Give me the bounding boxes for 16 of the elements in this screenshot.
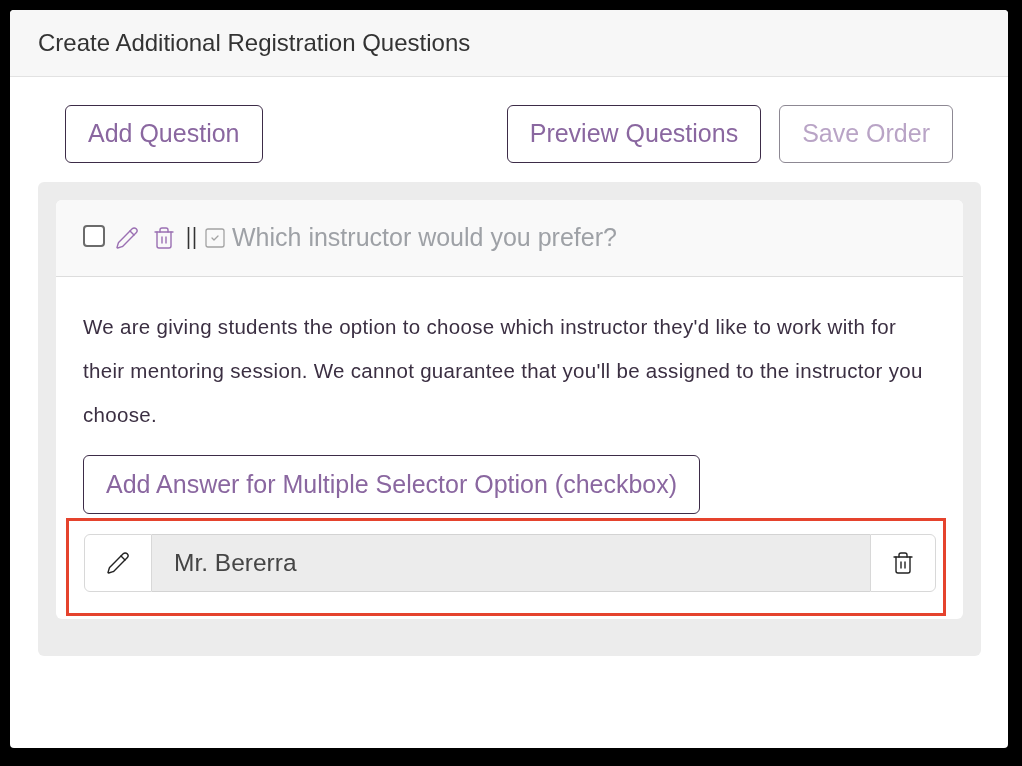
pencil-icon[interactable]	[115, 226, 139, 250]
delete-button[interactable]	[870, 534, 936, 592]
question-title: Which instructor would you prefer?	[232, 222, 617, 254]
action-button[interactable]: Preview Questions	[506, 105, 762, 163]
question-description: We are giving students the option to choose which instructor they'd like to work with for their mentoring session. We cannot guarantee that you'll be assigned to the instructor you choose.	[83, 314, 924, 428]
add-answer-button[interactable]: Add Answer for Multiple Selector Option (checkbox)	[83, 455, 701, 514]
edit-button[interactable]	[84, 534, 152, 592]
checkbox[interactable]	[83, 225, 105, 247]
answer-field[interactable]: Mr. Bererra	[152, 534, 870, 592]
trash-icon	[891, 551, 915, 575]
action-button[interactable]: Add Question	[65, 105, 263, 163]
pencil-icon	[106, 551, 130, 575]
drag-handle-icon[interactable]	[187, 227, 196, 249]
panel-title: Create Additional Registration Questions	[38, 28, 471, 58]
checked-box-icon	[203, 226, 227, 250]
trash-icon[interactable]	[152, 226, 176, 250]
